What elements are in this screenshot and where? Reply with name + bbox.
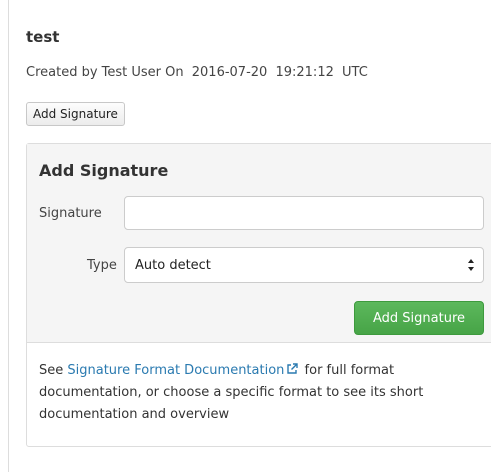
created-time: 19:21:12 <box>275 65 334 80</box>
signature-format-doc-link[interactable]: Signature Format Documentation <box>67 363 300 378</box>
created-by-text: Created by Test User On <box>26 65 184 80</box>
created-timezone: UTC <box>342 65 368 80</box>
created-date: 2016-07-20 <box>191 65 268 80</box>
panel-title: Add Signature <box>39 161 169 180</box>
type-label: Type <box>87 258 117 273</box>
add-signature-form: Add Signature Signature Type Auto detect… <box>27 144 491 343</box>
help-prefix: See <box>39 363 64 378</box>
doc-link-text: Signature Format Documentation <box>67 363 285 378</box>
add-signature-panel: Add Signature Signature Type Auto detect… <box>26 143 491 447</box>
up-down-chevron-icon <box>468 259 474 271</box>
page: test Created by Test User On 2016-07-20 … <box>0 0 491 472</box>
page-title: test <box>26 28 60 46</box>
type-select[interactable]: Auto detect <box>124 247 484 283</box>
left-divider <box>8 0 9 472</box>
external-link-icon <box>287 363 299 374</box>
signature-input[interactable] <box>124 196 484 230</box>
add-signature-submit-button[interactable]: Add Signature <box>354 301 484 335</box>
add-signature-toggle-button[interactable]: Add Signature <box>26 102 125 126</box>
signature-label: Signature <box>39 206 102 221</box>
type-selected-value: Auto detect <box>135 257 211 273</box>
created-info: Created by Test User On 2016-07-20 19:21… <box>26 65 372 80</box>
help-text: See Signature Format Documentation for f… <box>39 360 469 426</box>
